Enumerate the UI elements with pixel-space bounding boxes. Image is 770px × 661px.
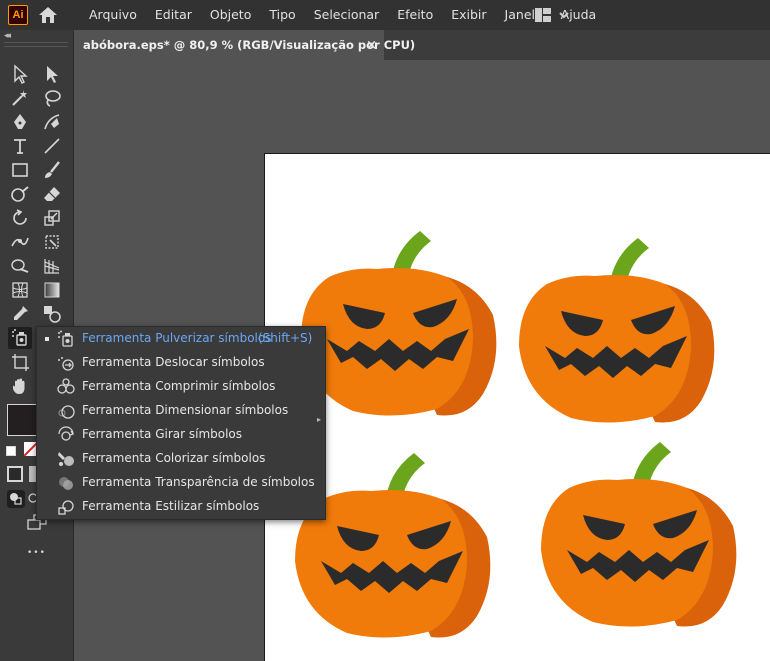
symbol-scruncher-icon <box>57 378 75 394</box>
flyout-item-symbol-sizer[interactable]: Ferramenta Dimensionar símbolos <box>37 399 307 423</box>
menu-objeto[interactable]: Objeto <box>201 0 261 30</box>
illustrator-logo: Ai <box>8 5 28 25</box>
flyout-item-symbol-scruncher[interactable]: Ferramenta Comprimir símbolos <box>37 375 307 399</box>
symbol-tools-flyout: Ferramenta Pulverizar símbolos (Shift+S)… <box>36 326 326 520</box>
pumpkin-artwork[interactable] <box>537 440 737 632</box>
artboard[interactable] <box>264 153 770 661</box>
symbol-styler-icon <box>58 500 74 515</box>
symbol-spinner-icon <box>58 426 74 441</box>
menu-editar[interactable]: Editar <box>146 0 201 30</box>
free-transform-tool-icon[interactable] <box>40 231 64 253</box>
flyout-item-label: Ferramenta Comprimir símbolos <box>82 379 276 393</box>
perspective-grid-tool-icon[interactable] <box>40 255 64 277</box>
flyout-item-label: Ferramenta Estilizar símbolos <box>82 499 260 513</box>
selection-tool-icon[interactable] <box>8 63 32 85</box>
flyout-item-shortcut: (Shift+S) <box>258 331 313 345</box>
direct-selection-tool-icon[interactable] <box>40 63 64 85</box>
eraser-tool-icon[interactable] <box>40 183 64 205</box>
rotate-tool-icon[interactable] <box>8 207 32 229</box>
type-tool-icon[interactable] <box>8 135 32 157</box>
default-colors-icon[interactable] <box>6 446 16 456</box>
curvature-tool-icon[interactable] <box>40 111 64 133</box>
symbol-sprayer-tool-icon[interactable] <box>8 327 32 349</box>
rectangle-tool-icon[interactable] <box>8 159 32 181</box>
menu-efeito[interactable]: Efeito <box>388 0 442 30</box>
flyout-item-label: Ferramenta Deslocar símbolos <box>82 355 265 369</box>
flyout-item-label: Ferramenta Girar símbolos <box>82 427 243 441</box>
lasso-tool-icon[interactable] <box>40 87 64 109</box>
symbol-screener-icon <box>59 477 73 490</box>
flyout-item-label: Ferramenta Pulverizar símbolos <box>82 331 272 345</box>
menu-tipo[interactable]: Tipo <box>260 0 304 30</box>
close-tab-icon[interactable]: × <box>366 38 377 53</box>
blend-tool-icon[interactable] <box>40 303 64 325</box>
shaper-tool-icon[interactable] <box>8 183 32 205</box>
mesh-tool-icon[interactable] <box>8 279 32 301</box>
fill-color-swatch[interactable] <box>7 404 39 436</box>
flyout-item-symbol-shifter[interactable]: Ferramenta Deslocar símbolos <box>37 351 307 375</box>
magic-wand-tool-icon[interactable] <box>8 87 32 109</box>
symbol-sprayer-icon <box>58 330 73 347</box>
symbol-stainer-icon <box>58 452 74 466</box>
eyedropper-tool-icon[interactable] <box>8 303 32 325</box>
symbol-sizer-icon <box>58 405 75 419</box>
flyout-item-symbol-sprayer[interactable]: Ferramenta Pulverizar símbolos (Shift+S) <box>37 327 312 351</box>
menu-selecionar[interactable]: Selecionar <box>305 0 389 30</box>
pumpkin-artwork[interactable] <box>515 236 715 428</box>
menu-arquivo[interactable]: Arquivo <box>80 0 146 30</box>
home-icon[interactable] <box>38 6 58 24</box>
menu-items: Arquivo Editar Objeto Tipo Selecionar Ef… <box>80 0 605 30</box>
artboard-tool-icon[interactable] <box>8 351 32 373</box>
shape-builder-tool-icon[interactable] <box>8 255 32 277</box>
flyout-item-label: Ferramenta Transparência de símbolos <box>82 475 315 489</box>
scale-tool-icon[interactable] <box>40 207 64 229</box>
line-segment-tool-icon[interactable] <box>40 135 64 157</box>
workspace-switcher-icon[interactable] <box>533 7 573 23</box>
pen-tool-icon[interactable] <box>8 111 32 133</box>
current-tool-indicator <box>45 337 49 341</box>
tear-off-arrow-icon[interactable]: ▸ <box>317 415 321 424</box>
flyout-item-symbol-styler[interactable]: Ferramenta Estilizar símbolos <box>37 495 307 519</box>
draw-normal-icon[interactable] <box>7 490 25 508</box>
flyout-item-symbol-screener[interactable]: Ferramenta Transparência de símbolos <box>37 471 315 495</box>
flyout-item-symbol-stainer[interactable]: Ferramenta Colorizar símbolos <box>37 447 307 471</box>
gradient-tool-icon[interactable] <box>40 279 64 301</box>
document-tab-bar: abóbora.eps* @ 80,9 % (RGB/Visualização … <box>74 30 770 60</box>
flyout-item-label: Ferramenta Colorizar símbolos <box>82 451 266 465</box>
symbol-shifter-icon <box>58 357 74 371</box>
collapse-panel-icon[interactable]: ◂◂ <box>4 31 11 41</box>
paintbrush-tool-icon[interactable] <box>40 159 64 181</box>
width-tool-icon[interactable] <box>8 231 32 253</box>
hand-tool-icon[interactable] <box>8 375 32 397</box>
flyout-item-label: Ferramenta Dimensionar símbolos <box>82 403 289 417</box>
document-tab[interactable]: abóbora.eps* @ 80,9 % (RGB/Visualização … <box>74 30 415 60</box>
flyout-item-symbol-spinner[interactable]: Ferramenta Girar símbolos <box>37 423 307 447</box>
panel-grip[interactable] <box>4 42 68 47</box>
pumpkin-artwork[interactable] <box>297 229 497 421</box>
edit-toolbar-icon[interactable]: ••• <box>27 548 46 558</box>
menu-bar: Ai Arquivo Editar Objeto Tipo Selecionar… <box>0 0 770 30</box>
color-mode-icon[interactable] <box>7 466 23 482</box>
menu-exibir[interactable]: Exibir <box>442 0 495 30</box>
